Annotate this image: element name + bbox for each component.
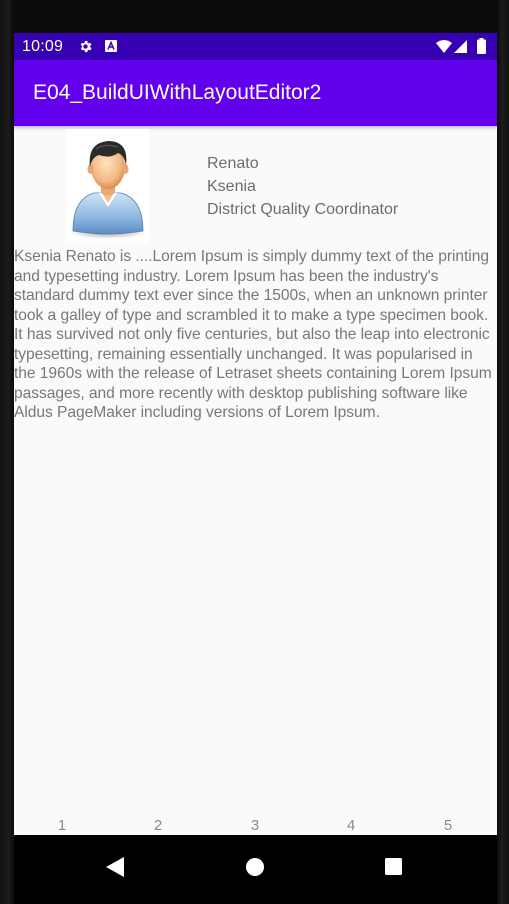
- job-title: District Quality Coordinator: [207, 201, 399, 218]
- profile-info: Renato Ksenia District Quality Coordinat…: [207, 152, 398, 221]
- pager-item-5[interactable]: 5: [444, 817, 452, 834]
- navigation-bar: [14, 835, 497, 904]
- last-name: Ksenia: [207, 178, 256, 195]
- pager-item-2[interactable]: 2: [154, 817, 162, 834]
- device-bezel-right: [497, 0, 509, 904]
- status-bar: 10:09: [14, 33, 497, 60]
- person-avatar-icon: [70, 141, 146, 239]
- app-title: E04_BuildUIWithLayoutEditor2: [33, 81, 322, 104]
- home-icon[interactable]: [246, 858, 264, 876]
- signal-icon: [454, 40, 467, 53]
- wifi-icon: [436, 40, 452, 53]
- screen: 10:09 E04_BuildUIWithLayoutEditor2 Renat…: [14, 33, 497, 904]
- avatar: [66, 129, 149, 243]
- back-icon[interactable]: [106, 857, 124, 877]
- device-frame: 10:09 E04_BuildUIWithLayoutEditor2 Renat…: [0, 0, 509, 904]
- app-bar: E04_BuildUIWithLayoutEditor2: [14, 60, 497, 126]
- device-bezel-left: [0, 0, 14, 904]
- pager-item-4[interactable]: 4: [347, 817, 355, 834]
- battery-icon: [477, 38, 486, 54]
- recents-icon[interactable]: [385, 858, 402, 875]
- pager: 1 2 3 4 5: [14, 813, 497, 837]
- gear-icon: [80, 40, 92, 53]
- pager-item-3[interactable]: 3: [251, 817, 259, 834]
- first-name: Renato: [207, 155, 259, 172]
- a-notification-icon: [105, 40, 117, 52]
- status-time: 10:09: [22, 38, 64, 55]
- description-text: Ksenia Renato is ....Lorem Ipsum is simp…: [14, 248, 492, 421]
- pager-item-1[interactable]: 1: [58, 817, 66, 834]
